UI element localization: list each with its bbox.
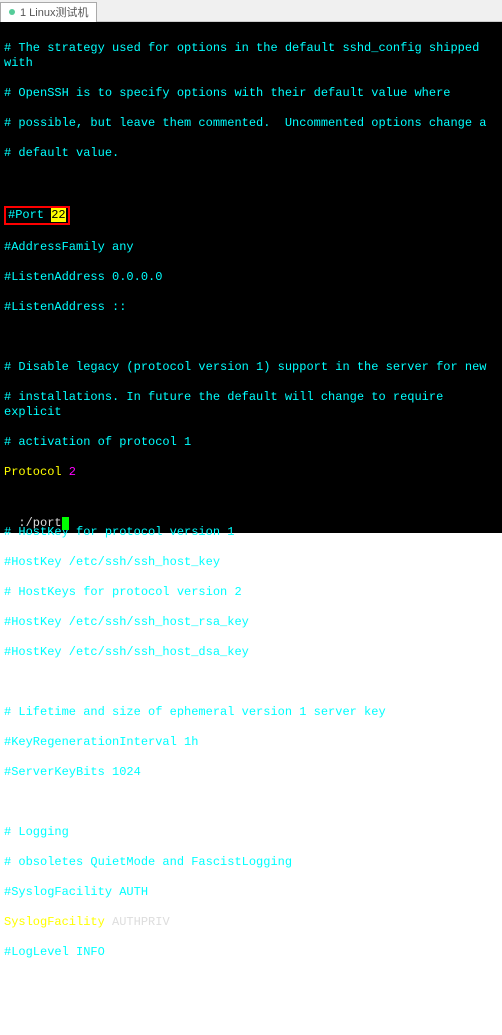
config-line: # OpenSSH is to specify options with the… bbox=[4, 86, 498, 101]
blank-line bbox=[4, 675, 498, 690]
port-label: #Port bbox=[8, 208, 51, 222]
config-line: # Logging bbox=[4, 825, 498, 840]
blank-line bbox=[4, 795, 498, 810]
config-line: #HostKey /etc/ssh/ssh_host_key bbox=[4, 555, 498, 570]
config-line: # possible, but leave them commented. Un… bbox=[4, 116, 498, 131]
config-line: # Disable legacy (protocol version 1) su… bbox=[4, 360, 498, 375]
protocol-key: Protocol bbox=[4, 465, 62, 479]
syslog-value: AUTHPRIV bbox=[105, 915, 170, 929]
status-dot-icon bbox=[9, 9, 15, 15]
blank-line bbox=[4, 330, 498, 345]
config-line: # installations. In future the default w… bbox=[4, 390, 498, 420]
terminal-tab[interactable]: 1 Linux测试机 bbox=[0, 2, 97, 22]
blank-line bbox=[4, 975, 498, 990]
config-line: #ListenAddress 0.0.0.0 bbox=[4, 270, 498, 285]
config-line: #ServerKeyBits 1024 bbox=[4, 765, 498, 780]
config-line: #HostKey /etc/ssh/ssh_host_rsa_key bbox=[4, 615, 498, 630]
blank-line bbox=[4, 176, 498, 191]
tab-label: 1 Linux测试机 bbox=[20, 4, 88, 20]
config-line: #HostKey /etc/ssh/ssh_host_dsa_key bbox=[4, 645, 498, 660]
config-line: # Lifetime and size of ephemeral version… bbox=[4, 705, 498, 720]
vim-status-line[interactable]: :/port bbox=[0, 501, 502, 533]
tab-bar: 1 Linux测试机 bbox=[0, 0, 502, 22]
syslog-line: SyslogFacility AUTHPRIV bbox=[4, 915, 498, 930]
port-value: 22 bbox=[51, 208, 65, 222]
config-line: # The strategy used for options in the d… bbox=[4, 41, 498, 71]
port-line: #Port 22 bbox=[4, 206, 498, 225]
protocol-value: 2 bbox=[62, 465, 76, 479]
config-line: #AddressFamily any bbox=[4, 240, 498, 255]
config-line: # obsoletes QuietMode and FascistLogging bbox=[4, 855, 498, 870]
syslog-key: SyslogFacility bbox=[4, 915, 105, 929]
config-line: #SyslogFacility AUTH bbox=[4, 885, 498, 900]
config-line: #LogLevel INFO bbox=[4, 945, 498, 960]
config-line: #ListenAddress :: bbox=[4, 300, 498, 315]
terminal-content[interactable]: # The strategy used for options in the d… bbox=[0, 22, 502, 533]
cursor-icon bbox=[62, 517, 69, 530]
config-line: # activation of protocol 1 bbox=[4, 435, 498, 450]
config-line: #KeyRegenerationInterval 1h bbox=[4, 735, 498, 750]
config-line: # default value. bbox=[4, 146, 498, 161]
search-command: :/port bbox=[18, 516, 61, 530]
protocol-line: Protocol 2 bbox=[4, 465, 498, 480]
config-line: # HostKeys for protocol version 2 bbox=[4, 585, 498, 600]
